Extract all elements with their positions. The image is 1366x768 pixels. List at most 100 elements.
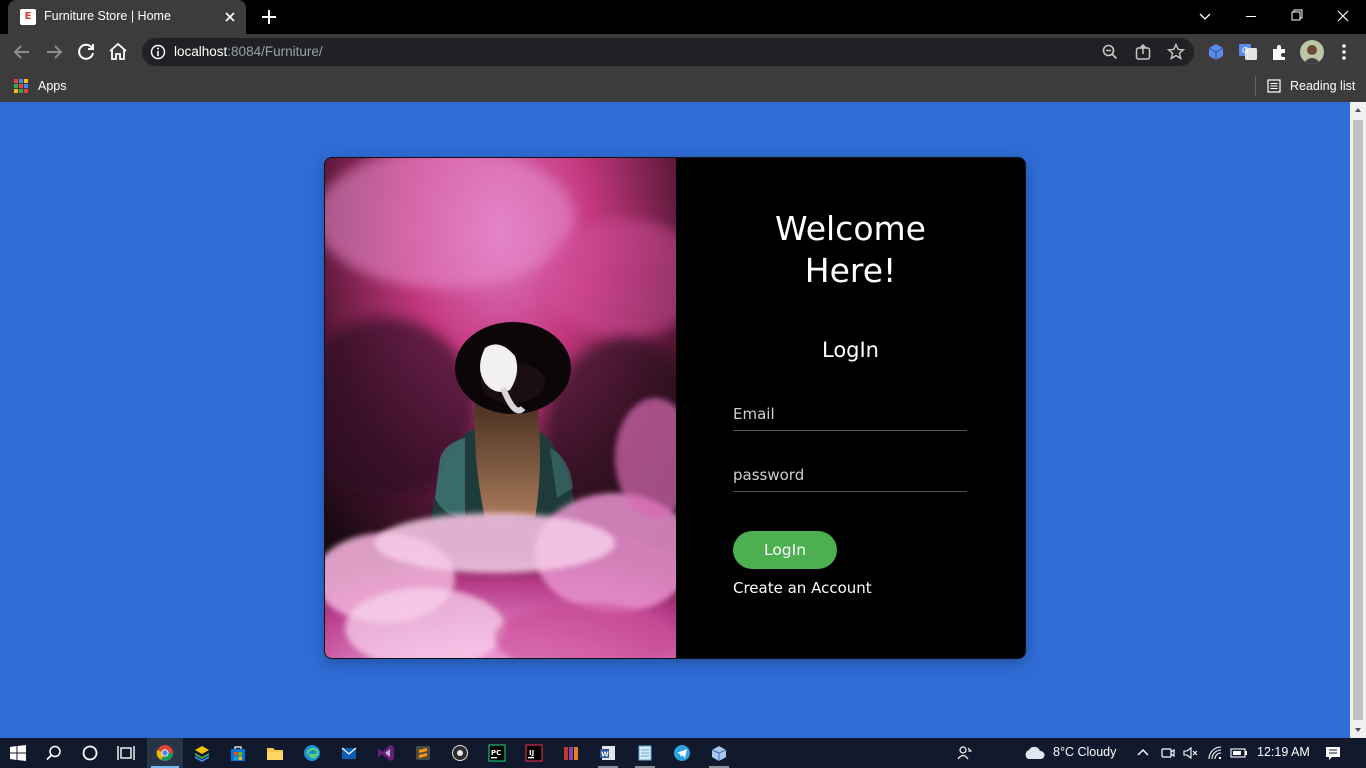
taskbar-bluestacks[interactable]: [184, 738, 220, 768]
avatar-icon: [1303, 45, 1321, 64]
close-window-icon[interactable]: [1320, 0, 1366, 34]
chrome-icon: [156, 745, 173, 761]
welcome-line-1: Welcome: [775, 209, 926, 248]
svg-text:IJ: IJ: [529, 749, 534, 757]
page-viewport: Welcome Here! LogIn LogIn Create an Acco…: [0, 102, 1366, 738]
url-text[interactable]: localhost:8084/Furniture/: [174, 44, 323, 59]
svg-text:G: G: [1242, 46, 1248, 55]
taskbar-edge[interactable]: [294, 738, 330, 768]
taskbar-file-explorer[interactable]: [257, 738, 293, 768]
notepad-icon: [638, 745, 652, 761]
extensions-puzzle-icon[interactable]: [1268, 40, 1292, 64]
translate-extension-icon[interactable]: G: [1236, 40, 1260, 64]
taskbar-visual-studio[interactable]: [368, 738, 404, 768]
scroll-down-arrow-icon[interactable]: [1354, 726, 1362, 734]
tab-title: Furniture Store | Home: [44, 9, 171, 23]
start-button[interactable]: [0, 738, 36, 768]
taskbar-intellij[interactable]: IJ: [516, 738, 552, 768]
apps-grid-icon: [14, 79, 28, 93]
weather-text[interactable]: 8°C Cloudy: [1053, 745, 1116, 759]
wifi-icon[interactable]: [1207, 745, 1223, 761]
taskbar-mail[interactable]: [331, 738, 367, 768]
zoom-icon[interactable]: [1100, 42, 1120, 62]
page-scrollbar[interactable]: [1350, 102, 1366, 738]
reading-list-label: Reading list: [1290, 79, 1356, 93]
pycharm-icon: PC: [488, 744, 506, 762]
action-center-icon[interactable]: [1324, 744, 1342, 762]
bookmark-star-icon[interactable]: [1166, 42, 1186, 62]
folder-icon: [267, 748, 283, 760]
woman-in-pink-smoke-image: [325, 158, 676, 658]
volume-muted-icon[interactable]: [1182, 745, 1198, 761]
obs-record-icon: [452, 745, 468, 761]
meet-now-icon[interactable]: [1160, 745, 1176, 761]
url-path: :8084/Furniture/: [227, 44, 323, 59]
home-icon[interactable]: [106, 40, 130, 64]
address-bar[interactable]: localhost:8084/Furniture/: [142, 38, 1194, 66]
edge-icon: [304, 745, 320, 761]
people-icon: [957, 746, 973, 760]
minimize-window-icon[interactable]: [1228, 0, 1274, 34]
login-card: Welcome Here! LogIn LogIn Create an Acco…: [324, 157, 1026, 659]
close-tab-icon[interactable]: [220, 7, 240, 27]
create-account-link[interactable]: Create an Account: [733, 579, 872, 597]
battery-icon[interactable]: [1230, 745, 1248, 761]
intellij-icon: IJ: [525, 744, 543, 762]
sublime-text-icon: [416, 746, 430, 760]
login-panel: Welcome Here! LogIn LogIn Create an Acco…: [676, 158, 1025, 658]
hero-photo: [325, 158, 676, 658]
login-form-title: LogIn: [821, 338, 879, 362]
login-button[interactable]: LogIn: [733, 531, 837, 569]
email-field[interactable]: [733, 397, 967, 431]
taskbar-winrar[interactable]: [553, 738, 589, 768]
taskbar-obs[interactable]: [442, 738, 478, 768]
scrollbar-thumb[interactable]: [1353, 120, 1363, 720]
clock-time[interactable]: 12:19 AM: [1257, 745, 1310, 759]
store-bag-icon: [231, 746, 245, 761]
share-icon[interactable]: [1133, 42, 1153, 62]
cube-app-icon: [711, 746, 727, 761]
bookmarks-divider: [1255, 76, 1256, 96]
taskbar-sublime[interactable]: [405, 738, 441, 768]
cloudy-weather-icon: [1025, 746, 1045, 759]
password-field[interactable]: [733, 458, 967, 492]
archive-books-icon: [564, 747, 578, 760]
svg-text:W: W: [601, 751, 609, 759]
taskbar-task-view[interactable]: [108, 738, 144, 768]
reload-icon[interactable]: [74, 40, 98, 64]
bookmarks-bar: Apps Reading list: [0, 70, 1366, 102]
browser-toolbar: localhost:8084/Furniture/ G: [0, 34, 1366, 70]
search-icon: [46, 745, 61, 761]
taskbar-word[interactable]: W: [590, 738, 626, 768]
taskbar-notepad[interactable]: [627, 738, 663, 768]
reading-list-button[interactable]: Reading list: [1266, 77, 1355, 95]
taskbar-telegram[interactable]: [664, 738, 700, 768]
telegram-icon: [674, 745, 690, 761]
restore-window-icon[interactable]: [1274, 0, 1320, 34]
profile-avatar[interactable]: [1300, 40, 1324, 64]
taskbar-store[interactable]: [220, 738, 256, 768]
apps-shortcut[interactable]: Apps: [14, 77, 67, 95]
windows-logo-icon: [10, 745, 26, 761]
show-hidden-icons-chevron-icon[interactable]: [1136, 746, 1150, 760]
extension-cube-icon[interactable]: [1204, 40, 1228, 64]
site-info-icon[interactable]: [148, 42, 168, 62]
visual-studio-icon: [378, 745, 394, 761]
forward-arrow-icon[interactable]: [42, 40, 66, 64]
taskbar-cube-app[interactable]: [701, 738, 737, 768]
tray-people[interactable]: [946, 738, 982, 768]
taskbar-search[interactable]: [36, 738, 72, 768]
favicon-icon: E: [20, 9, 36, 25]
browser-menu-icon[interactable]: [1332, 40, 1356, 64]
taskbar-cortana[interactable]: [72, 738, 108, 768]
welcome-heading: Welcome Here!: [676, 208, 1025, 292]
cortana-circle-icon: [82, 745, 98, 761]
taskbar-chrome[interactable]: [147, 738, 183, 768]
new-tab-icon[interactable]: [258, 6, 280, 28]
scroll-up-arrow-icon[interactable]: [1354, 106, 1362, 114]
back-arrow-icon[interactable]: [10, 40, 34, 64]
tab-search-chevron-icon[interactable]: [1182, 0, 1228, 34]
browser-tab-active[interactable]: E Furniture Store | Home: [8, 0, 246, 34]
mail-icon: [341, 747, 357, 759]
taskbar-pycharm[interactable]: PC: [479, 738, 515, 768]
